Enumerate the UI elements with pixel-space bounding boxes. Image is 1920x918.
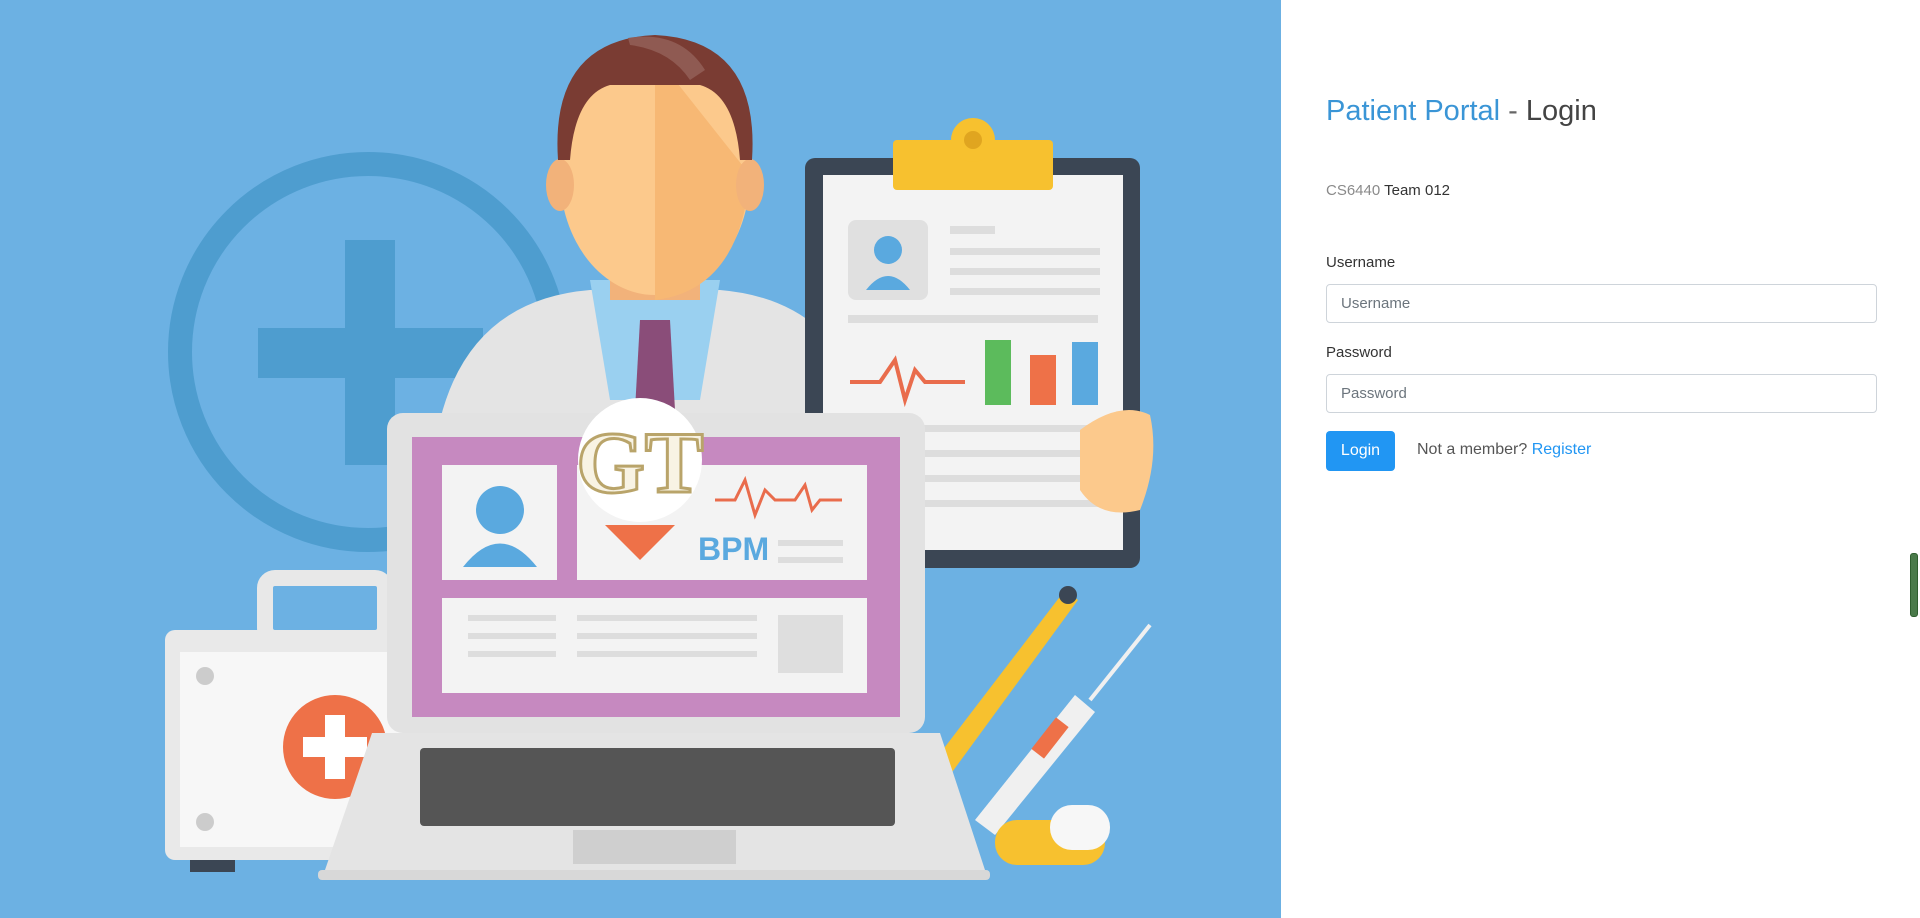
course-code: CS6440 (1326, 182, 1381, 199)
brand-name: Patient Portal (1326, 95, 1501, 127)
scrollbar-thumb[interactable] (1910, 553, 1918, 617)
bpm-label: BPM (698, 531, 769, 567)
course-team-label: CS6440 Team 012 (1326, 180, 1450, 202)
team-name: Team 012 (1384, 182, 1450, 199)
login-button[interactable]: Login (1326, 431, 1395, 471)
password-input[interactable] (1326, 374, 1877, 413)
register-link[interactable]: Register (1532, 441, 1592, 458)
gt-logo-text: GT (576, 415, 703, 512)
username-input[interactable] (1326, 284, 1877, 323)
not-member-text: Not a member? (1417, 441, 1528, 458)
page-name: Login (1525, 95, 1597, 127)
title-separator: - (1508, 95, 1518, 127)
login-page: BPM GT Patient Portal - Login CS6440 Tea… (0, 0, 1920, 918)
hero-illustration: BPM GT (0, 0, 1281, 918)
register-prompt: Not a member? Register (1417, 440, 1591, 460)
page-title: Patient Portal - Login (1326, 92, 1597, 130)
password-label: Password (1326, 344, 1392, 361)
medical-illustration: BPM GT (165, 35, 1154, 880)
username-label: Username (1326, 254, 1396, 271)
login-panel: Patient Portal - Login CS6440 Team 012 U… (1281, 0, 1920, 918)
